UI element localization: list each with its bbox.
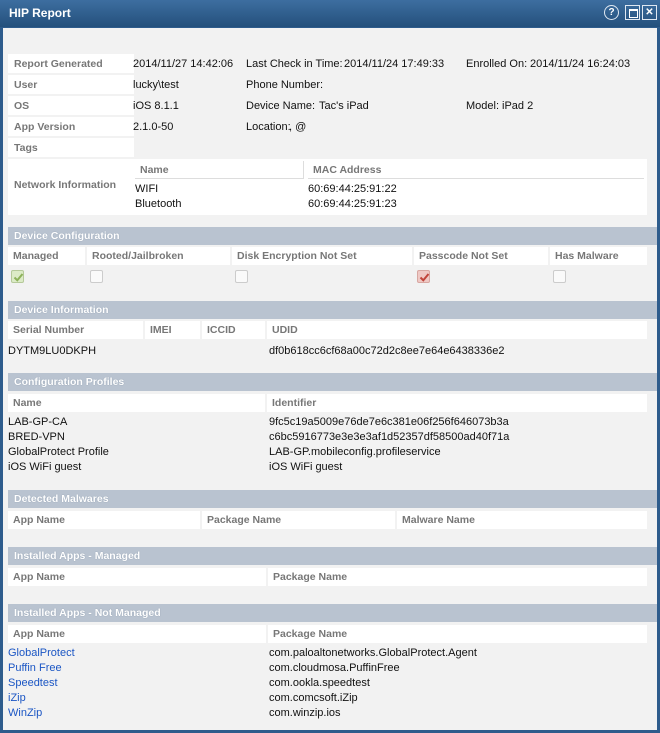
malware-col-name: Malware Name (397, 511, 647, 529)
network-table: Name MAC Address WIFI 60:69:44:25:91:22 … (133, 159, 647, 215)
os-value: iOS 8.1.1 (133, 100, 179, 112)
help-icon[interactable]: ? (604, 5, 619, 20)
app-link-winzip[interactable]: WinZip (8, 707, 42, 719)
report-content: Report Generated 2014/11/27 14:42:06 Las… (3, 28, 657, 730)
last-check-value: 2014/11/24 17:49:33 (344, 58, 445, 70)
network-information-label: Network Information (8, 159, 134, 215)
hip-report-window: HIP Report ? ✕ Report Generated 2014/11/… (0, 0, 660, 733)
managed-col-app: App Name (8, 568, 266, 586)
app-link-puffin-free[interactable]: Puffin Free (8, 662, 62, 674)
config-col-passcode: Passcode Not Set (414, 247, 548, 265)
device-configuration-header: Device Configuration (8, 227, 657, 245)
network-header-name: Name (135, 161, 304, 179)
device-name-label: Device Name: (246, 100, 316, 112)
app-link-speedtest[interactable]: Speedtest (8, 677, 58, 689)
close-icon[interactable]: ✕ (642, 5, 657, 20)
enrolled-value: 2014/11/24 16:24:03 (530, 58, 631, 70)
profiles-col-identifier: Identifier (267, 394, 647, 412)
malware-col-app: App Name (8, 511, 200, 529)
devinfo-col-serial: Serial Number (8, 321, 143, 339)
report-generated-label: Report Generated (8, 54, 134, 73)
profile-identifier: c6bc5916773e3e3e3af1d52357df58500ad40f71… (269, 431, 510, 443)
device-information-header: Device Information (8, 301, 657, 319)
profile-identifier: 9fc5c19a5009e76de7e6c381e06f256f646073b3… (269, 416, 509, 428)
network-row-name: Bluetooth (135, 198, 182, 210)
config-col-managed: Managed (8, 247, 85, 265)
managed-checkbox (11, 270, 24, 283)
tags-label: Tags (8, 138, 134, 157)
enrolled-label: Enrolled On: (466, 58, 528, 70)
location-value: , @ (289, 121, 307, 133)
udid-value: df0b618cc6cf68a00c72d2c8ee7e64e6438336e2 (269, 345, 505, 357)
configuration-profiles-header: Configuration Profiles (8, 373, 657, 391)
devinfo-col-udid: UDID (267, 321, 647, 339)
profiles-col-name: Name (8, 394, 265, 412)
title-bar[interactable]: HIP Report ? ✕ (0, 0, 660, 27)
malware-col-package: Package Name (202, 511, 395, 529)
app-version-label: App Version (8, 117, 134, 136)
not-managed-col-package: Package Name (268, 625, 647, 643)
config-col-rooted: Rooted/Jailbroken (87, 247, 230, 265)
config-col-malware: Has Malware (550, 247, 647, 265)
network-row-mac: 60:69:44:25:91:22 (308, 183, 397, 195)
profile-name: LAB-GP-CA (8, 416, 68, 428)
rooted-checkbox (90, 270, 103, 283)
profile-name: iOS WiFi guest (8, 461, 82, 473)
app-package: com.comcsoft.iZip (269, 692, 358, 704)
detected-malwares-header: Detected Malwares (8, 490, 657, 508)
installed-managed-header: Installed Apps - Managed (8, 547, 657, 565)
profile-name: GlobalProtect Profile (8, 446, 109, 458)
managed-col-package: Package Name (268, 568, 647, 586)
os-label: OS (8, 96, 134, 115)
devinfo-col-iccid: ICCID (202, 321, 265, 339)
devinfo-col-imei: IMEI (145, 321, 200, 339)
installed-not-managed-header: Installed Apps - Not Managed (8, 604, 657, 622)
user-value: lucky\test (133, 79, 179, 91)
user-label: User (8, 75, 134, 94)
network-row-name: WIFI (135, 183, 159, 195)
malware-checkbox (553, 270, 566, 283)
passcode-checkbox (417, 270, 430, 283)
profile-name: BRED-VPN (8, 431, 65, 443)
app-package: com.cloudmosa.PuffinFree (269, 662, 400, 674)
serial-number-value: DYTM9LU0DKPH (8, 345, 97, 357)
app-link-globalprotect[interactable]: GlobalProtect (8, 647, 75, 659)
not-managed-col-app: App Name (8, 625, 266, 643)
report-generated-value: 2014/11/27 14:42:06 (133, 58, 234, 70)
location-label: Location: (246, 121, 291, 133)
config-col-disk-encryption: Disk Encryption Not Set (232, 247, 412, 265)
app-package: com.ookla.speedtest (269, 677, 370, 689)
app-version-value: 2.1.0-50 (133, 121, 174, 133)
window-title: HIP Report (9, 6, 71, 20)
model-value: iPad 2 (502, 100, 534, 112)
app-package: com.winzip.ios (269, 707, 341, 719)
device-name-value: Tac's iPad (319, 100, 369, 112)
maximize-icon[interactable] (625, 5, 640, 20)
profile-identifier: LAB-GP.mobileconfig.profileservice (269, 446, 441, 458)
phone-label: Phone Number: (246, 79, 324, 91)
app-package: com.paloaltonetworks.GlobalProtect.Agent (269, 647, 477, 659)
disk-encryption-checkbox (235, 270, 248, 283)
network-header-mac: MAC Address (308, 161, 644, 179)
app-link-izip[interactable]: iZip (8, 692, 26, 704)
model-label: Model: (466, 100, 500, 112)
profile-identifier: iOS WiFi guest (269, 461, 343, 473)
last-check-label: Last Check in Time: (246, 58, 343, 70)
network-row-mac: 60:69:44:25:91:23 (308, 198, 397, 210)
